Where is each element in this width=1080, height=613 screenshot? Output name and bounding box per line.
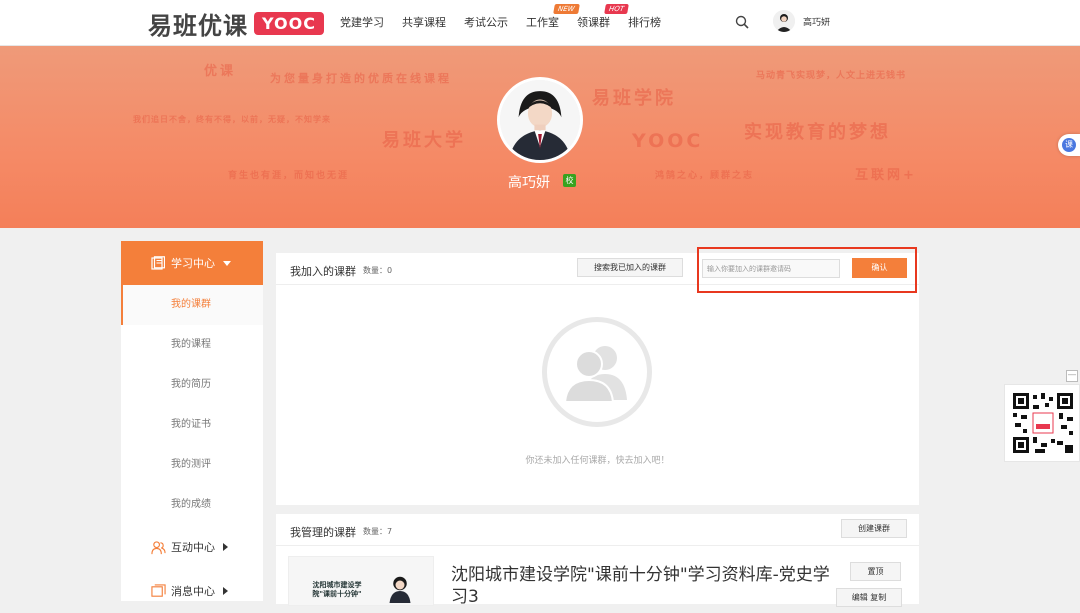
search-joined-groups-button[interactable]: 搜索我已加入的课群 [577,258,683,277]
group-count: 数量：7 [363,527,393,536]
user-menu[interactable]: 高巧妍 [773,10,830,32]
top-header: 易班优课 YOOC 党建学习 共享课程 考试公示 工作室 NEW 领课群 HOT… [0,0,1080,46]
panel-title: 我加入的课群 [290,265,356,278]
qr-code-icon [1011,391,1075,455]
nav-item-claim-group[interactable]: 领课群 HOT [577,4,629,30]
managed-groups-header: 我管理的课群 数量：7 创建课群 [276,514,919,546]
empty-state-icon [542,317,652,427]
sidebar-group-messages[interactable]: 消息中心 [121,569,263,613]
hot-badge: HOT [604,4,629,14]
sidebar-item-my-certificates[interactable]: 我的证书 [121,405,263,445]
banner-word: YOOC [632,130,704,152]
chevron-right-icon [223,543,228,551]
banner-word: 互联网+ [855,168,917,183]
qr-code-panel [1004,384,1080,462]
sidebar: 学习中心 我的课群 我的课程 我的简历 我的证书 我的测评 我的成绩 互动中心 … [121,241,263,601]
nav-item-shared-courses[interactable]: 共享课程 [402,14,446,30]
pin-to-top-button[interactable]: 置顶 [850,562,901,581]
banner-word: 育生也有涯，而知也无涯 [228,171,350,181]
sidebar-item-my-grades[interactable]: 我的成绩 [121,485,263,525]
highlight-annotation [697,247,917,293]
sidebar-head-study-center[interactable]: 学习中心 [121,241,263,285]
course-action-button[interactable]: 编辑 复制 [836,588,902,607]
sidebar-item-my-groups[interactable]: 我的课群 [121,285,263,325]
nav-item-exam-notice[interactable]: 考试公示 [464,14,508,30]
logo-badge: YOOC [254,11,324,35]
message-icon [151,583,166,597]
document-icon [151,256,165,270]
nav-item-ranking[interactable]: 排行榜 [628,14,661,30]
users-icon [563,346,627,403]
school-verified-badge: 校 [563,174,576,187]
sidebar-head-label: 学习中心 [171,257,215,270]
banner-word: 马动青飞实现梦，人文上进无钱书 [756,71,907,81]
collapse-qr-button[interactable]: — [1066,370,1078,382]
floating-side-tab[interactable]: 课 [1058,134,1080,156]
side-tab-icon: 课 [1062,138,1076,152]
chevron-down-icon [223,260,231,266]
thumbnail-text: 沈阳城市建设学院"课前十分钟" [312,581,362,598]
banner-word: 易班大学 [382,130,466,151]
thumbnail-portrait [389,576,411,603]
create-group-button[interactable]: 创建课群 [841,519,907,538]
banner-word: 为您量身打造的优质在线课程 [270,72,452,85]
course-title[interactable]: 沈阳城市建设学院"课前十分钟"学习资料库-党史学习3 [451,564,831,608]
logo[interactable]: 易班优课 YOOC [148,8,324,40]
search-icon[interactable] [734,14,750,30]
profile-name: 高巧妍 [508,175,550,191]
sidebar-item-my-courses[interactable]: 我的课程 [121,325,263,365]
empty-state-text: 你还未加入任何课群，快去加入吧！ [525,456,670,466]
banner-word: 优课 [204,64,237,79]
logo-text: 易班优课 [148,11,248,40]
banner-word: 易班学院 [592,88,676,109]
banner-word: 实现教育的梦想 [744,122,891,143]
banner-word: 鸿鹄之心，顾群之志 [655,171,755,181]
banner-word: 我们追日不舍，终有不得，以前，无疑，不知学来 [133,115,331,124]
avatar [773,10,795,32]
profile-avatar [497,77,583,163]
people-icon [151,540,166,554]
course-thumbnail[interactable]: 沈阳城市建设学院"课前十分钟" [288,556,434,606]
sidebar-group-label: 互动中心 [171,541,215,554]
panel-title: 我管理的课群 [290,526,356,539]
main-nav: 党建学习 共享课程 考试公示 工作室 NEW 领课群 HOT 排行榜 [340,4,679,30]
user-name: 高巧妍 [803,17,831,28]
nav-item-studio[interactable]: 工作室 NEW [526,4,580,30]
managed-groups-panel: 我管理的课群 数量：7 创建课群 沈阳城市建设学院"课前十分钟" 沈阳城市建设学… [276,514,919,607]
sidebar-group-interaction[interactable]: 互动中心 [121,525,263,569]
new-badge: NEW [553,4,580,14]
sidebar-item-my-assessments[interactable]: 我的测评 [121,445,263,485]
chevron-right-icon [223,587,228,595]
sidebar-item-my-resume[interactable]: 我的简历 [121,365,263,405]
nav-item-party-study[interactable]: 党建学习 [340,14,384,30]
group-count: 数量：0 [363,266,393,275]
sidebar-group-label: 消息中心 [171,585,215,598]
